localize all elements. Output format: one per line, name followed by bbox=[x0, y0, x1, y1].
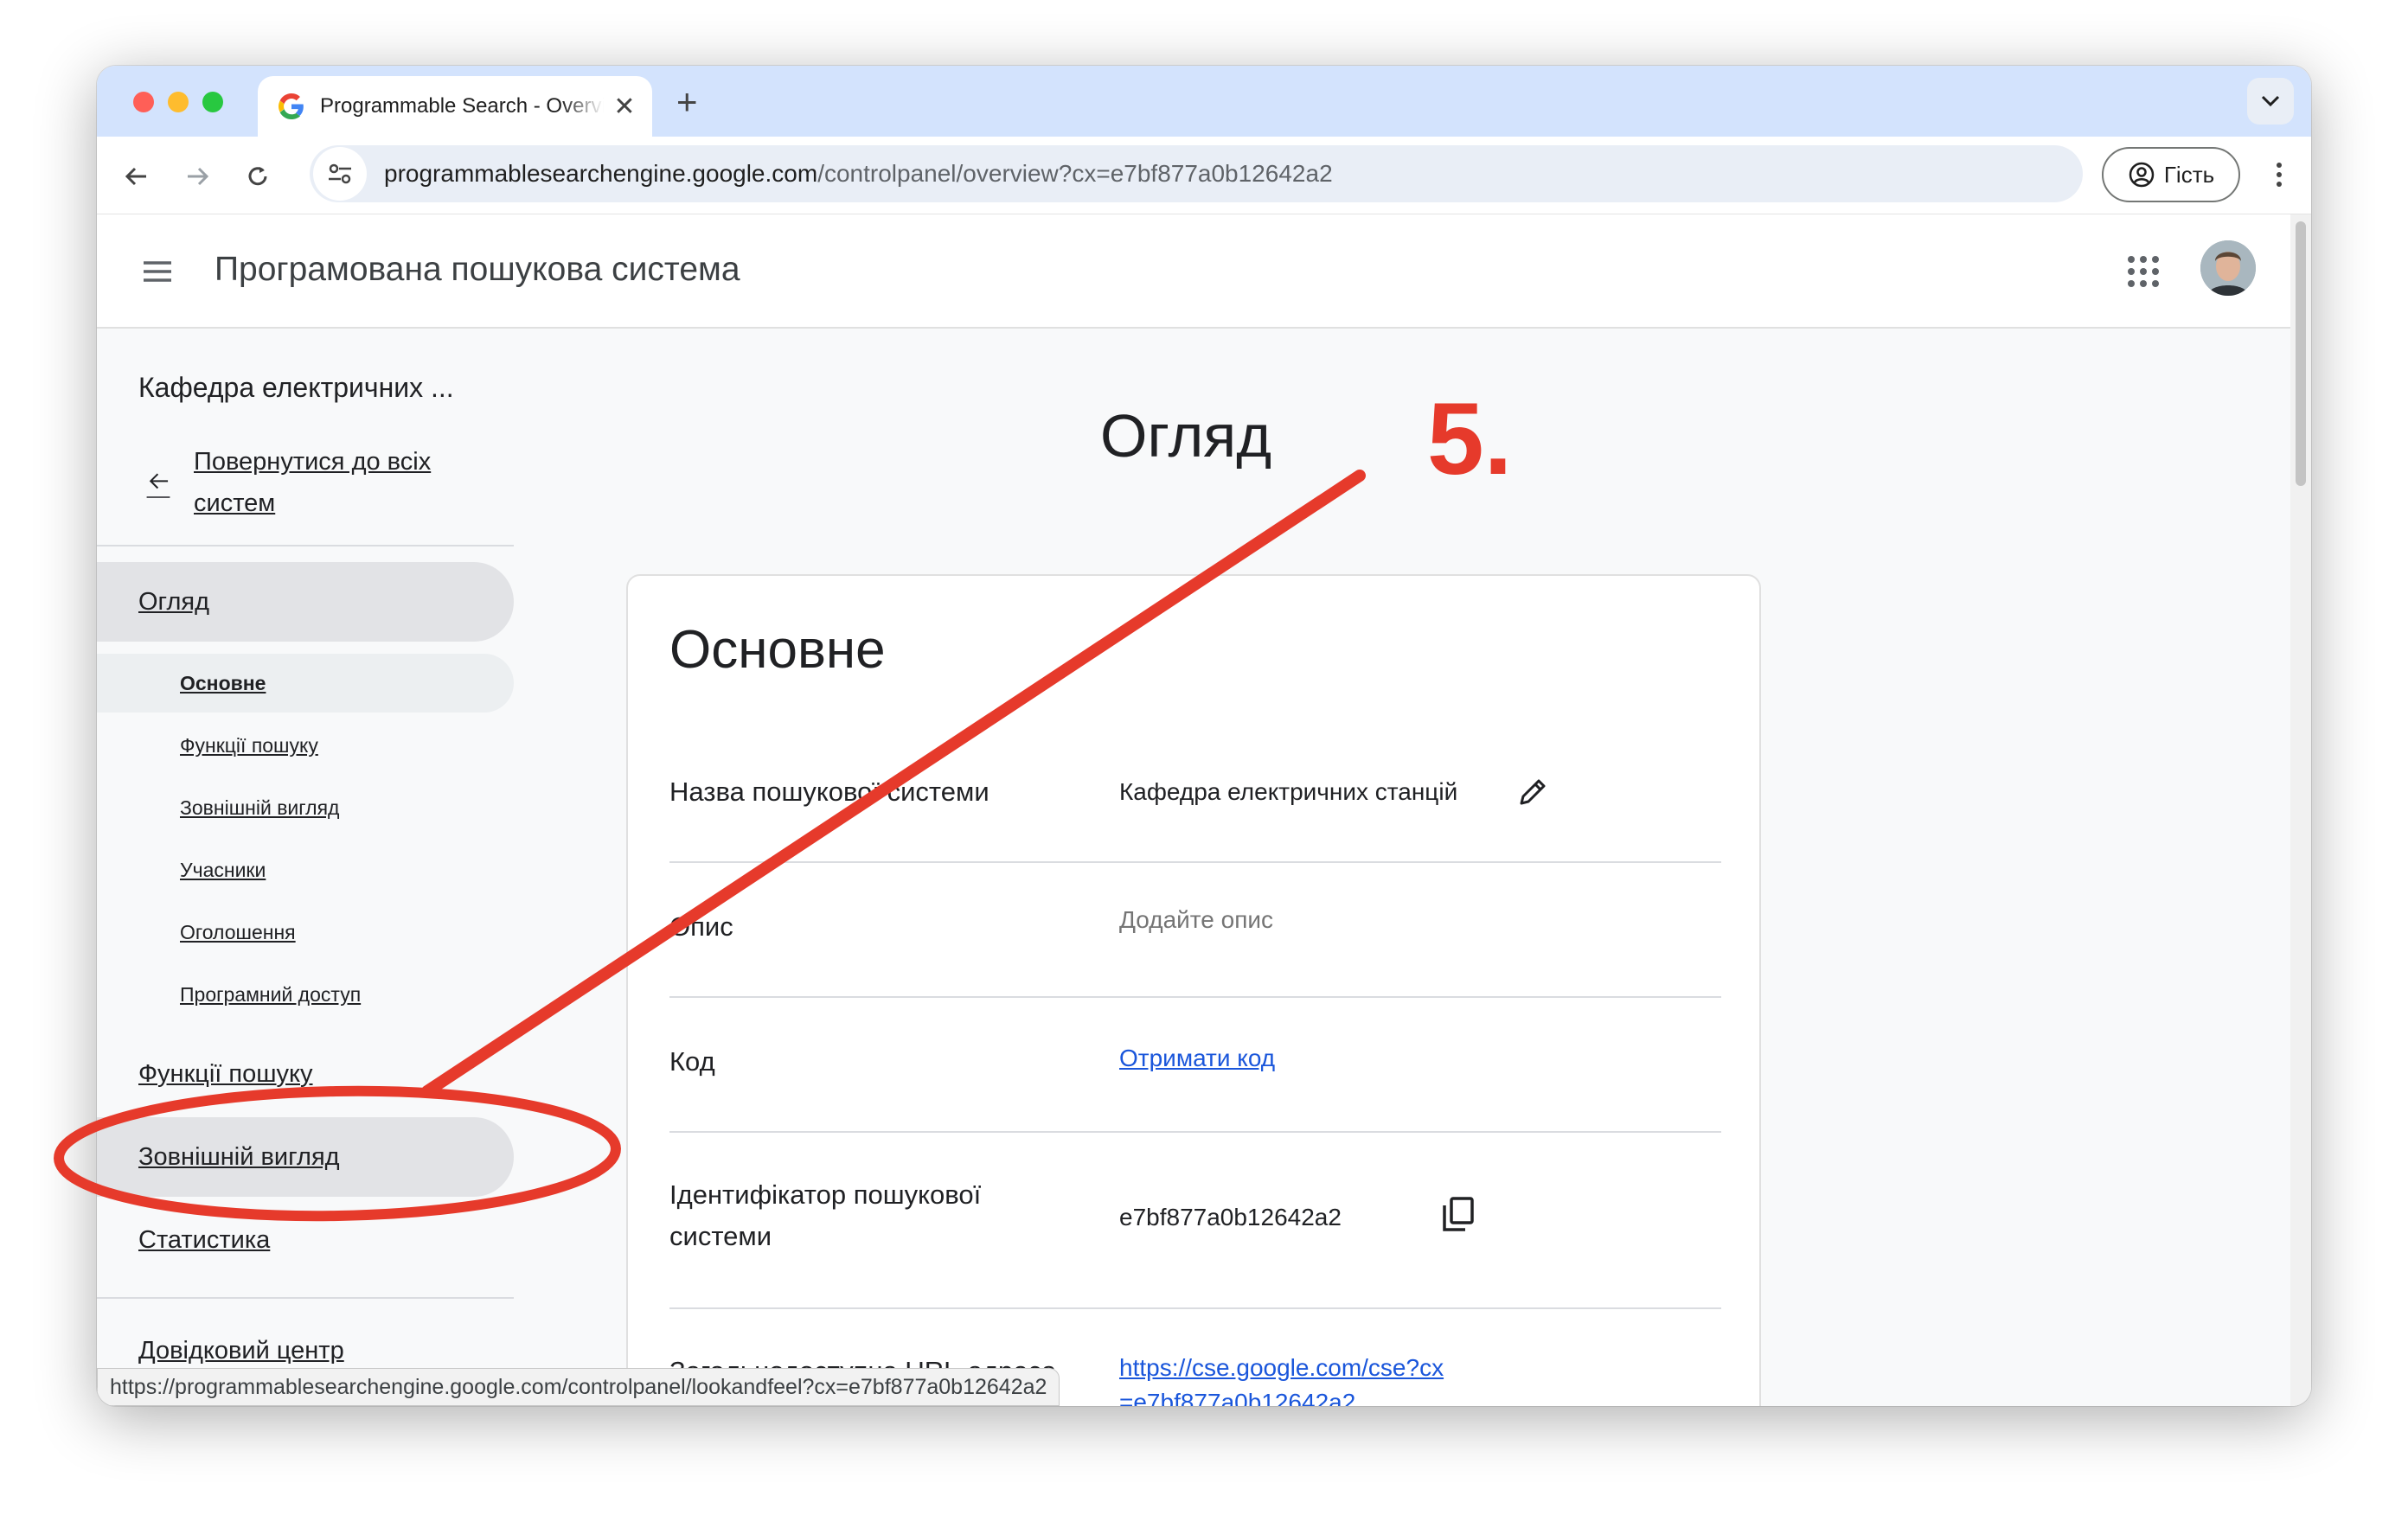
account-circle-icon bbox=[2129, 162, 2155, 188]
sidebar-item-statistics[interactable]: Статистика bbox=[97, 1200, 514, 1280]
sidebar: Кафедра електричних ... Повернутися до в… bbox=[97, 329, 616, 1406]
tune-icon bbox=[329, 163, 351, 184]
back-button[interactable] bbox=[118, 157, 156, 195]
row-divider bbox=[669, 996, 1721, 998]
menu-icon[interactable] bbox=[140, 254, 175, 289]
page-scrollbar[interactable] bbox=[2290, 214, 2311, 1406]
link-status-bar: https://programmablesearchengine.google.… bbox=[97, 1368, 1060, 1406]
new-tab-button[interactable]: + bbox=[676, 78, 698, 126]
tab-title: Programmable Search - Overview bbox=[320, 94, 604, 118]
forward-button[interactable] bbox=[178, 157, 216, 195]
address-bar[interactable]: programmablesearchengine.google.com/cont… bbox=[310, 145, 2083, 202]
sidebar-item-overview[interactable]: Огляд bbox=[97, 562, 514, 642]
engine-id-value: e7bf877a0b12642a2 bbox=[1119, 1204, 1342, 1230]
project-name: Кафедра електричних ... bbox=[138, 372, 454, 403]
row-divider bbox=[669, 1131, 1721, 1133]
app-title: Програмована пошукова система bbox=[215, 251, 740, 288]
sidebar-subitem-basics[interactable]: Основне bbox=[97, 654, 514, 713]
edit-name-button[interactable] bbox=[1512, 771, 1553, 813]
sidebar-item-look-and-feel[interactable]: Зовнішній вигляд bbox=[97, 1117, 514, 1197]
reload-icon bbox=[248, 167, 267, 186]
engine-id-label: Ідентифікатор пошукової системи bbox=[669, 1179, 982, 1251]
card-title: Основне bbox=[669, 620, 886, 680]
page-title: Огляд bbox=[1100, 402, 1272, 470]
page-content: Програмована пошукова система Кафедра ел… bbox=[97, 214, 2311, 1406]
public-url-link[interactable]: https://cse.google.com/cse?cx=e7bf877a0b… bbox=[1119, 1351, 1448, 1406]
arrow-right-icon bbox=[188, 167, 209, 186]
browser-tab[interactable]: Programmable Search - Overview ✕ bbox=[258, 76, 652, 137]
maximize-window-button[interactable] bbox=[202, 92, 223, 112]
arrow-back-icon bbox=[146, 473, 170, 498]
sidebar-divider bbox=[97, 1297, 514, 1299]
description-placeholder[interactable]: Додайте опис bbox=[1119, 903, 1273, 937]
engine-name-value: Кафедра електричних станцій bbox=[1119, 778, 1458, 805]
close-window-button[interactable] bbox=[133, 92, 154, 112]
scrollbar-thumb[interactable] bbox=[2296, 221, 2306, 486]
row-divider bbox=[669, 861, 1721, 863]
code-label: Код bbox=[669, 1046, 715, 1077]
sidebar-subitem-search-features[interactable]: Функції пошуку bbox=[97, 716, 514, 775]
sidebar-subitem-ads[interactable]: Оголошення bbox=[97, 903, 514, 962]
sidebar-subitem-programmatic-access[interactable]: Програмний доступ bbox=[97, 965, 514, 1024]
reload-button[interactable] bbox=[239, 157, 277, 195]
tab-search-button[interactable] bbox=[2247, 78, 2294, 125]
description-label: Опис bbox=[669, 911, 733, 942]
annotation-step-label: 5. bbox=[1427, 382, 1513, 496]
google-favicon-icon bbox=[279, 93, 304, 119]
close-tab-icon[interactable]: ✕ bbox=[611, 92, 638, 122]
sidebar-item-search-features[interactable]: Функції пошуку bbox=[97, 1034, 514, 1114]
copy-id-button[interactable] bbox=[1438, 1193, 1479, 1235]
copy-icon bbox=[1443, 1197, 1474, 1231]
pencil-icon bbox=[1520, 779, 1546, 805]
engine-name-label: Назва пошукової системи bbox=[669, 777, 989, 807]
sidebar-divider bbox=[97, 545, 514, 546]
url-text: programmablesearchengine.google.com/cont… bbox=[384, 160, 1333, 188]
back-to-all-link[interactable]: Повернутися до всіх систем bbox=[138, 441, 479, 524]
more-vert-icon bbox=[2277, 163, 2282, 187]
arrow-left-icon bbox=[125, 167, 146, 186]
profile-label: Гість bbox=[2163, 161, 2215, 188]
site-info-button[interactable] bbox=[313, 147, 367, 201]
chevron-down-icon bbox=[2261, 95, 2280, 107]
basics-card: Основне Назва пошукової системи Кафедра … bbox=[626, 574, 1761, 1406]
apps-grid-icon[interactable] bbox=[2126, 254, 2161, 289]
profile-button[interactable]: Гість bbox=[2102, 147, 2240, 202]
get-code-link[interactable]: Отримати код bbox=[1119, 1041, 1275, 1076]
avatar[interactable] bbox=[2200, 240, 2256, 296]
tab-strip: Programmable Search - Overview ✕ + bbox=[97, 66, 2311, 137]
browser-window: Programmable Search - Overview ✕ + progr… bbox=[97, 66, 2311, 1406]
url-host: programmablesearchengine.google.com bbox=[384, 160, 818, 187]
app-header: Програмована пошукова система bbox=[97, 214, 2290, 329]
minimize-window-button[interactable] bbox=[168, 92, 189, 112]
browser-toolbar: programmablesearchengine.google.com/cont… bbox=[97, 137, 2311, 214]
browser-menu-button[interactable] bbox=[2266, 156, 2292, 194]
url-path: /controlpanel/overview?cx=e7bf877a0b1264… bbox=[817, 160, 1333, 187]
sidebar-subitem-look-and-feel[interactable]: Зовнішній вигляд bbox=[97, 778, 514, 837]
back-to-all-label: Повернутися до всіх систем bbox=[194, 448, 432, 517]
user-photo-icon bbox=[2200, 240, 2256, 296]
sidebar-subitem-members[interactable]: Учасники bbox=[97, 841, 514, 899]
row-divider bbox=[669, 1307, 1721, 1309]
